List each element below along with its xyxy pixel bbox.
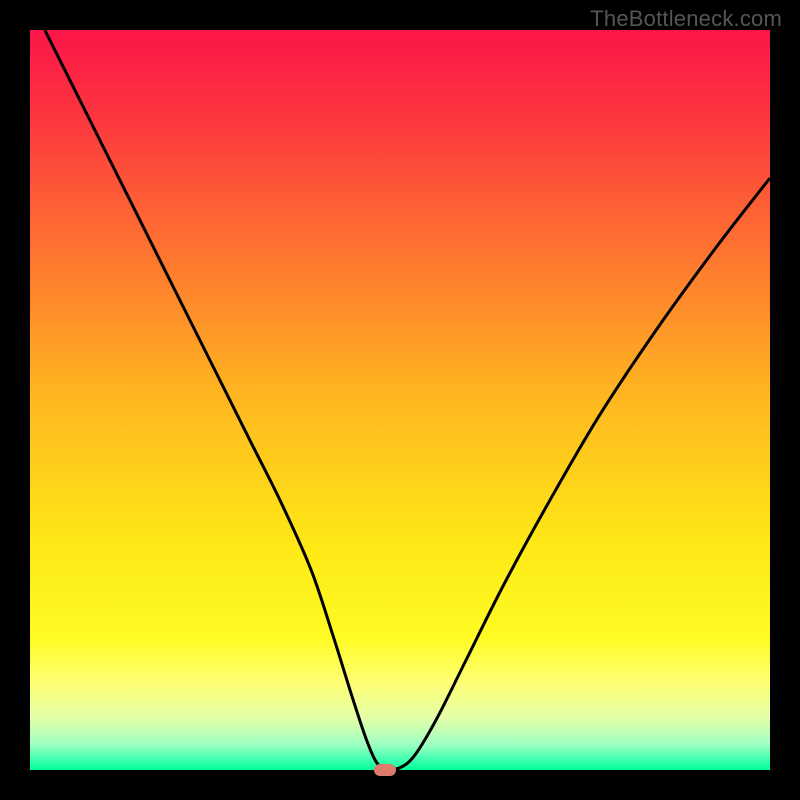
- optimal-point-marker: [374, 764, 396, 776]
- curve-layer: [30, 30, 770, 770]
- chart-container: TheBottleneck.com: [0, 0, 800, 800]
- watermark-text: TheBottleneck.com: [590, 6, 782, 32]
- bottleneck-curve: [45, 30, 770, 769]
- plot-area: [30, 30, 770, 770]
